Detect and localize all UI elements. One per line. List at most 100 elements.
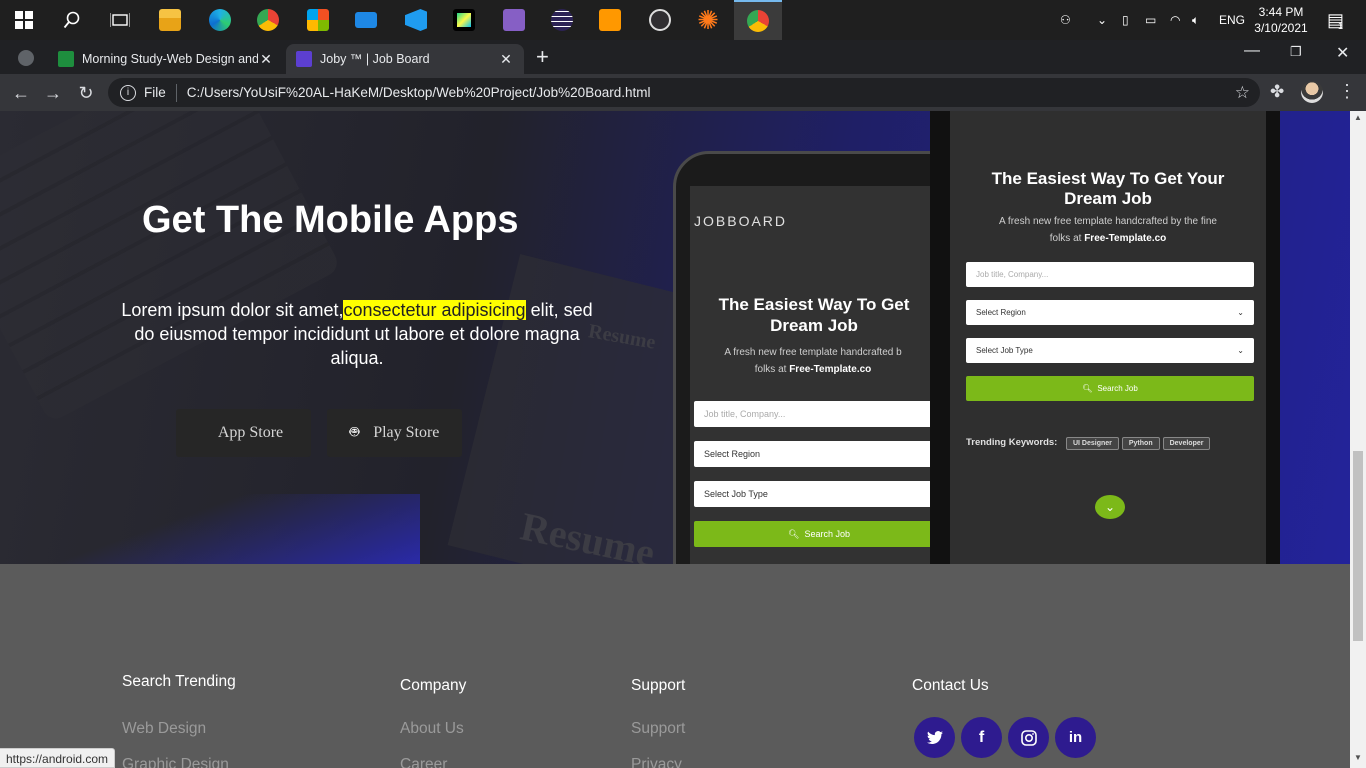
forward-arrow-icon[interactable]: → <box>40 80 66 106</box>
windows-taskbar: ✺ ⚇ ⌄ ▯ ▭ ◠ 🔈︎ ENG 3:44 PM 3/10/2021 ▤ 1 <box>0 0 1366 40</box>
tray-app-icon[interactable]: ▯ <box>1122 0 1129 40</box>
tab-morning-study[interactable]: Morning Study-Web Design and ✕ <box>48 44 284 74</box>
job-type-label: Select Job Type <box>976 346 1033 355</box>
instagram-icon[interactable] <box>1008 717 1049 758</box>
linkedin-icon[interactable]: in <box>1055 717 1096 758</box>
close-window-button[interactable]: ✕ <box>1336 43 1349 63</box>
scroll-up-arrow-icon[interactable]: ▲ <box>1350 113 1366 127</box>
footer-heading-search-trending: Search Trending <box>122 673 236 690</box>
clock[interactable]: 3:44 PM 3/10/2021 <box>1252 0 1310 40</box>
pycharm-icon[interactable] <box>440 0 488 40</box>
twitter-icon[interactable] <box>914 717 955 758</box>
visual-studio-icon[interactable] <box>490 0 538 40</box>
chrome-icon[interactable] <box>244 0 292 40</box>
back-arrow-icon[interactable]: ← <box>8 80 34 106</box>
phone-subtitle: A fresh new free template handcrafted by… <box>950 213 1266 247</box>
region-select[interactable]: Select Region ⌄ <box>966 300 1254 325</box>
tab-search-icon[interactable] <box>18 50 34 66</box>
info-icon[interactable]: i <box>120 84 136 101</box>
file-explorer-icon[interactable] <box>146 0 194 40</box>
search-icon: 🔍︎ <box>1082 384 1093 393</box>
page-scrollbar[interactable]: ▲ ▼ <box>1350 111 1366 768</box>
restore-button[interactable]: ❐ <box>1290 44 1302 60</box>
windows-start-icon[interactable] <box>0 0 48 40</box>
chrome-active-icon[interactable] <box>734 0 782 40</box>
footer-link[interactable]: About Us <box>400 720 464 738</box>
menu-kebab-icon[interactable]: ⋮ <box>1338 81 1356 102</box>
omnibox-divider <box>175 83 177 102</box>
search-job-label: Search Job <box>1097 384 1138 393</box>
job-search-input[interactable]: Job title, Company... <box>694 401 944 427</box>
search-icon[interactable] <box>48 0 96 40</box>
bookmark-star-icon[interactable]: ☆ <box>1235 83 1250 103</box>
tab-title: Morning Study-Web Design and <box>82 52 258 66</box>
subtitle-link: Free-Template.co <box>789 364 872 375</box>
scroll-down-chevron-icon[interactable]: ⌄ <box>1095 495 1125 519</box>
new-tab-button[interactable]: + <box>536 44 549 70</box>
region-select[interactable]: Select Region <box>694 441 944 467</box>
search-job-label: Search Job <box>804 529 850 539</box>
phone-subtitle: A fresh new free template handcrafted b … <box>690 344 946 378</box>
reload-icon[interactable]: ↻ <box>73 80 99 106</box>
job-type-select[interactable]: Select Job Type ⌄ <box>966 338 1254 363</box>
store-icon[interactable] <box>294 0 342 40</box>
description-part: Lorem ipsum dolor sit amet, <box>121 300 344 320</box>
keyword-tag[interactable]: Developer <box>1162 437 1211 450</box>
search-job-button[interactable]: 🔍︎ Search Job <box>694 521 944 547</box>
url-text: C:/Users/YoUsiF%20AL-HaKeM/Desktop/Web%2… <box>186 85 651 100</box>
app-store-button[interactable]: App Store <box>176 409 311 457</box>
battery-icon[interactable]: ▭ <box>1145 0 1156 40</box>
tab-title: Joby ™ | Job Board <box>320 52 430 66</box>
footer-link[interactable]: Support <box>631 720 685 738</box>
trending-keywords: Trending Keywords: UI Designer Python Deve… <box>966 437 1211 450</box>
phone-headline: The Easiest Way To Get Dream Job <box>718 295 910 335</box>
close-icon[interactable]: ✕ <box>258 51 274 68</box>
volume-icon[interactable]: 🔈︎ <box>1192 0 1199 40</box>
obs-icon[interactable] <box>636 0 684 40</box>
wifi-icon[interactable]: ◠ <box>1170 0 1180 40</box>
sublime-text-icon[interactable] <box>586 0 634 40</box>
chevron-up-icon[interactable]: ⌄ <box>1097 0 1107 40</box>
minimize-button[interactable]: — <box>1244 42 1260 60</box>
footer-link[interactable]: Career <box>400 756 447 768</box>
notification-center-icon[interactable]: ▤ 1 <box>1322 0 1348 40</box>
mail-icon[interactable] <box>342 0 390 40</box>
vscode-icon[interactable] <box>392 0 440 40</box>
scrollbar-thumb[interactable] <box>1353 451 1363 641</box>
address-bar[interactable]: i File C:/Users/YoUsiF%20AL-HaKeM/Deskto… <box>108 78 1260 107</box>
phone-screen: The Easiest Way To Get Your Dream Job A … <box>950 111 1266 564</box>
subtitle-line: folks at Free-Template.co <box>690 361 946 378</box>
job-type-select[interactable]: Select Job Type <box>694 481 944 507</box>
people-icon[interactable]: ⚇ <box>1060 0 1071 40</box>
play-store-label: Play Store <box>373 424 440 441</box>
footer-link[interactable]: Web Design <box>122 720 206 738</box>
task-view-icon[interactable] <box>96 0 144 40</box>
tab-job-board[interactable]: Joby ™ | Job Board ✕ <box>286 44 524 74</box>
scroll-down-arrow-icon[interactable]: ▼ <box>1350 753 1366 767</box>
clock-time: 3:44 PM <box>1258 5 1304 19</box>
region-label: Select Region <box>976 308 1026 317</box>
keyword-tag[interactable]: UI Designer <box>1065 437 1119 450</box>
play-store-button[interactable]: 🤖︎ Play Store <box>327 409 462 457</box>
footer-link[interactable]: Privacy <box>631 756 682 768</box>
close-icon[interactable]: ✕ <box>498 51 514 68</box>
subtitle-line: A fresh new free template handcrafted by… <box>999 216 1217 227</box>
region-label: Select Region <box>704 449 761 459</box>
mobile-apps-section: Resume Resume Get The Mobile Apps Lorem … <box>0 111 1350 564</box>
browser-tab-strip: Morning Study-Web Design and ✕ Joby ™ | … <box>0 40 1366 74</box>
profile-avatar[interactable] <box>1301 81 1323 103</box>
phone-mockup-left: JOBBOARD The Easiest Way To Get Dream Jo… <box>673 151 956 564</box>
language-indicator[interactable]: ENG <box>1219 0 1245 40</box>
link-status-bubble: https://android.com <box>0 748 116 768</box>
starburst-app-icon[interactable]: ✺ <box>684 0 732 40</box>
eclipse-icon[interactable] <box>538 0 586 40</box>
search-job-button[interactable]: 🔍︎ Search Job <box>966 376 1254 401</box>
facebook-icon[interactable]: f <box>961 717 1002 758</box>
subtitle-line: A fresh new free template handcrafted b <box>724 347 902 358</box>
extensions-puzzle-icon[interactable]: ✤ <box>1270 82 1284 102</box>
keyword-tag[interactable]: Python <box>1121 437 1160 450</box>
edge-icon[interactable] <box>196 0 244 40</box>
subtitle-text: folks at <box>1049 233 1085 244</box>
job-search-input[interactable]: Job title, Company... <box>966 262 1254 287</box>
footer-link[interactable]: Graphic Design <box>122 756 229 768</box>
